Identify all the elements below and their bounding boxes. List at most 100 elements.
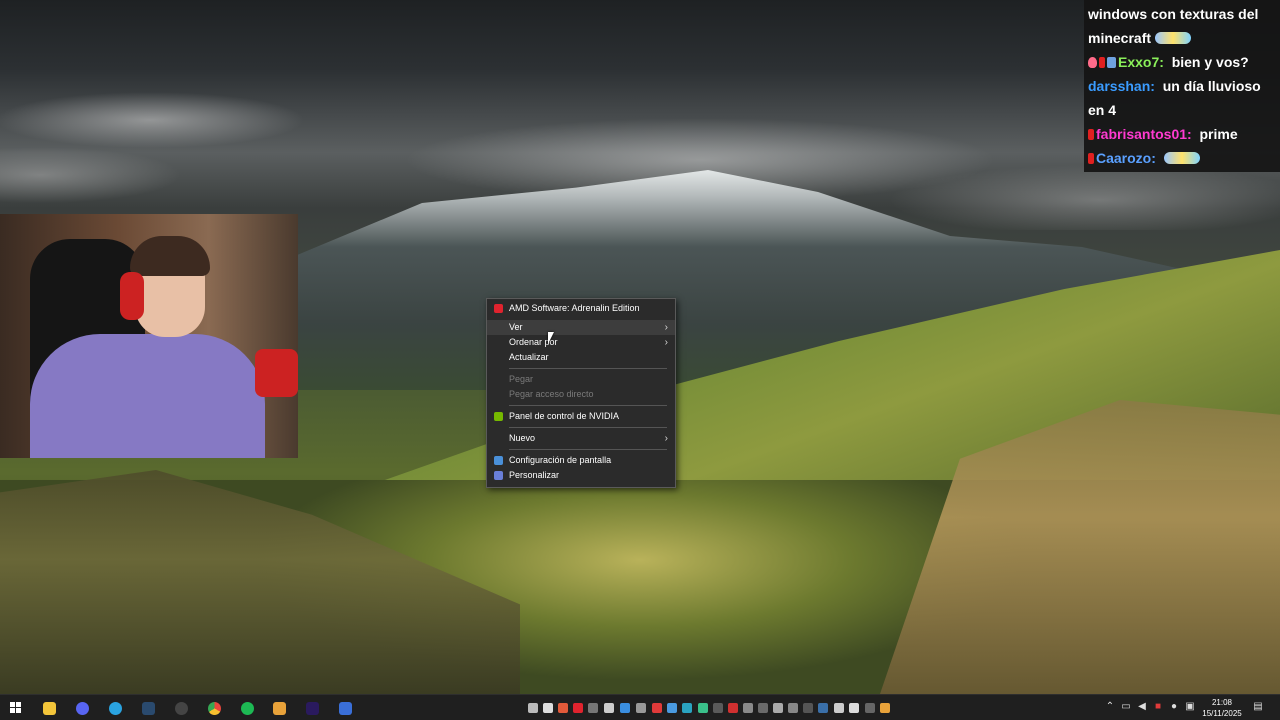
menu-item-ver[interactable]: Ver ›	[487, 320, 675, 335]
streamer-hair	[130, 236, 210, 276]
chat-message: fabrisantos01: prime	[1088, 122, 1276, 146]
app-icon	[338, 701, 352, 715]
tray-icon[interactable]	[667, 703, 677, 713]
menu-separator	[509, 449, 667, 450]
start-button[interactable]	[5, 699, 27, 717]
premiere-pro-icon	[305, 701, 319, 715]
notification-center-icon[interactable]: ▤	[1252, 701, 1264, 713]
tray-icon[interactable]	[682, 703, 692, 713]
tray-icon[interactable]	[636, 703, 646, 713]
chat-message: darsshan: un día lluvioso en 4	[1088, 78, 1261, 118]
headset	[120, 272, 144, 320]
taskbar-file-explorer[interactable]	[38, 699, 60, 717]
tray-icon[interactable]	[652, 703, 662, 713]
launcher-icon	[272, 701, 286, 715]
chat-message: Caarozo:	[1088, 146, 1276, 170]
volume-icon[interactable]: ◀	[1136, 701, 1148, 713]
windows-logo-icon	[10, 702, 22, 714]
nvidia-icon	[494, 412, 503, 421]
taskbar-steam[interactable]	[137, 699, 159, 717]
spotify-icon	[240, 701, 254, 715]
menu-item-pegar-acceso-directo: Pegar acceso directo	[509, 389, 594, 399]
desktop-context-menu: AMD Software: Adrenalin Edition Ver › Or…	[486, 298, 676, 488]
menu-item-configuracion-pantalla[interactable]: Configuración de pantalla	[487, 453, 675, 468]
amd-icon	[494, 304, 503, 313]
chat-username: fabrisantos01:	[1096, 126, 1192, 142]
tray-icon[interactable]	[604, 703, 614, 713]
chevron-up-icon[interactable]: ⌃	[1104, 701, 1116, 713]
screen-icon[interactable]: ▣	[1184, 701, 1196, 713]
tray-icon[interactable]	[698, 703, 708, 713]
tray-icon[interactable]	[713, 703, 723, 713]
menu-separator	[509, 405, 667, 406]
stream-chat: windows con texturas del minecraft Exxo7…	[1084, 0, 1280, 172]
emote-icon	[1154, 32, 1191, 44]
tray-icon[interactable]	[834, 703, 844, 713]
tray-icon[interactable]	[865, 703, 875, 713]
menu-item-actualizar[interactable]: Actualizar	[487, 350, 675, 365]
chat-message: Exxo7: bien y vos?	[1088, 50, 1276, 74]
taskbar-telegram[interactable]	[104, 699, 126, 717]
clock-time: 21:08	[1211, 698, 1233, 707]
tray-icon[interactable]	[543, 703, 553, 713]
discord-icon	[75, 701, 89, 715]
menu-separator	[509, 368, 667, 369]
chrome-icon	[207, 701, 221, 715]
menu-item-nvidia-control-panel[interactable]: Panel de control de NVIDIA	[487, 409, 675, 424]
tray-icon[interactable]	[528, 703, 538, 713]
tray-icon[interactable]	[880, 703, 890, 713]
tray-icon[interactable]	[818, 703, 828, 713]
menu-item-nuevo[interactable]: Nuevo ›	[487, 431, 675, 446]
display-settings-icon	[494, 456, 503, 465]
menu-item-amd-software[interactable]: AMD Software: Adrenalin Edition	[487, 301, 675, 316]
chat-username: Caarozo:	[1096, 150, 1156, 166]
taskbar-clock[interactable]: 21:08 15/11/2025	[1196, 697, 1248, 719]
chat-username: darsshan:	[1088, 78, 1155, 94]
tray-icon[interactable]	[588, 703, 598, 713]
tray-icon[interactable]	[788, 703, 798, 713]
obs-icon	[174, 701, 188, 715]
moderator-badge-icon	[1088, 129, 1094, 140]
taskbar-app[interactable]	[334, 699, 356, 717]
tray-icon[interactable]	[728, 703, 738, 713]
moderator-badge-icon	[1088, 153, 1094, 164]
tray-icon[interactable]	[558, 703, 568, 713]
moderator-badge-icon	[1099, 57, 1105, 68]
tray-icon[interactable]	[620, 703, 630, 713]
taskbar-launcher[interactable]	[268, 699, 290, 717]
microphone-icon[interactable]: ●	[1168, 701, 1180, 713]
taskbar-premiere-pro[interactable]	[301, 699, 323, 717]
chat-message: windows con texturas del minecraft	[1088, 6, 1259, 46]
streamer-shirt	[30, 334, 265, 458]
chat-username: Exxo7:	[1118, 54, 1164, 70]
tray-icon[interactable]	[573, 703, 583, 713]
heart-badge-icon	[1088, 57, 1097, 68]
taskbar-obs[interactable]	[170, 699, 192, 717]
subscriber-badge-icon	[1107, 57, 1116, 68]
tray-icon[interactable]	[773, 703, 783, 713]
tray-app-icon[interactable]: ■	[1152, 701, 1164, 713]
menu-item-ordenar-por[interactable]: Ordenar por ›	[487, 335, 675, 350]
menu-separator	[509, 427, 667, 428]
chevron-right-icon: ›	[664, 337, 668, 348]
network-icon[interactable]: ▭	[1120, 701, 1132, 713]
tray-icon[interactable]	[758, 703, 768, 713]
personalize-icon	[494, 471, 503, 480]
taskbar: ⌃ ▭ ◀ ■ ● ▣ 21:08 15/11/2025 ▤	[0, 694, 1280, 720]
taskbar-discord[interactable]	[71, 699, 93, 717]
menu-item-pegar: Pegar	[509, 374, 534, 384]
steam-icon	[141, 701, 155, 715]
menu-item-personalizar[interactable]: Personalizar	[487, 468, 675, 483]
chevron-right-icon: ›	[664, 433, 668, 444]
taskbar-spotify[interactable]	[236, 699, 258, 717]
emote-icon	[1163, 152, 1200, 164]
taskbar-chrome[interactable]	[203, 699, 225, 717]
tray-icon[interactable]	[743, 703, 753, 713]
headset-cushion	[255, 349, 298, 397]
tray-icon[interactable]	[803, 703, 813, 713]
telegram-icon	[108, 701, 122, 715]
clock-date: 15/11/2025	[1202, 709, 1242, 718]
tray-icon[interactable]	[849, 703, 859, 713]
chevron-right-icon: ›	[664, 322, 668, 333]
webcam-overlay	[0, 214, 298, 458]
